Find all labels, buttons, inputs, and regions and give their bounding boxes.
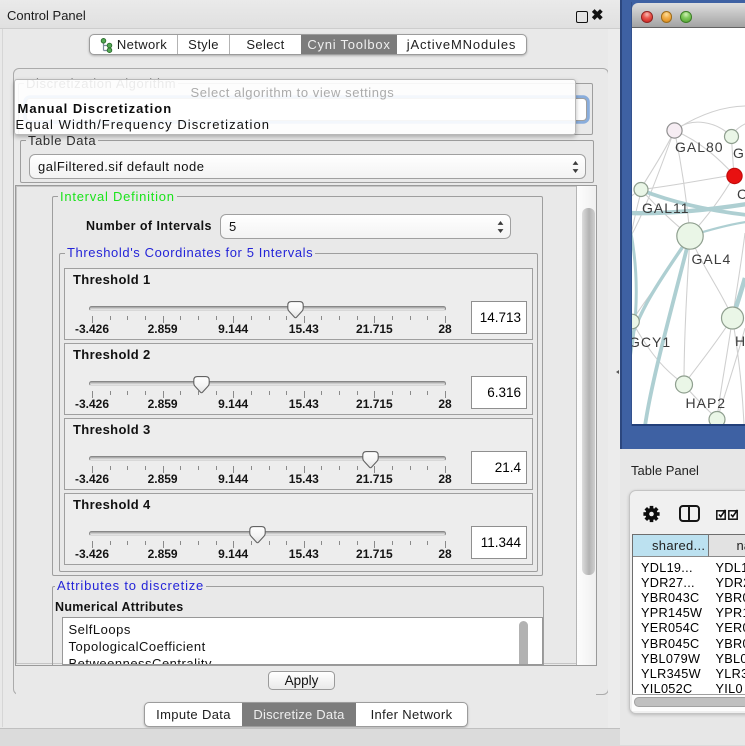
svg-text:GAL80: GAL80: [675, 139, 724, 155]
svg-text:GAL1: GAL1: [733, 145, 745, 161]
svg-text:GCY1: GCY1: [632, 334, 671, 350]
svg-text:HAP: HAP: [735, 333, 745, 349]
svg-text:GAL11: GAL11: [642, 200, 690, 216]
svg-text:GAL4: GAL4: [692, 251, 732, 267]
svg-text:HAP2: HAP2: [686, 395, 727, 411]
svg-text:CDC: CDC: [737, 186, 745, 202]
